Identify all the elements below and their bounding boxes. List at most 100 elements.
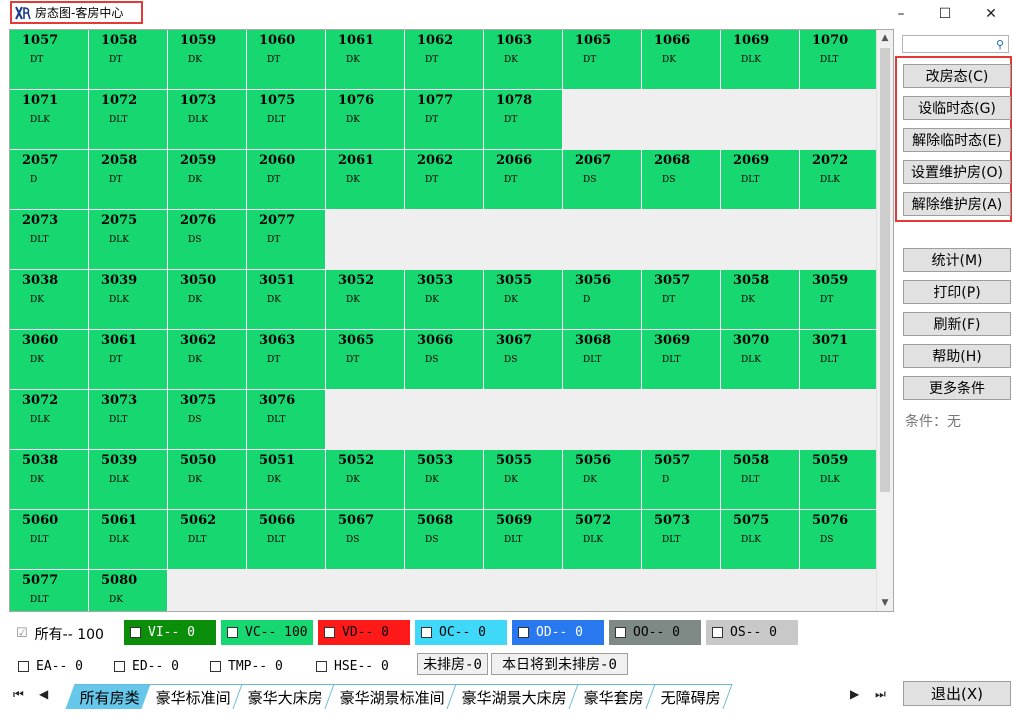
- room-cell[interactable]: 5069 DLT: [484, 510, 563, 570]
- legend-ed[interactable]: ED-- 0: [108, 655, 179, 677]
- room-cell[interactable]: 5050 DK: [168, 450, 247, 510]
- room-cell[interactable]: 3059 DT: [800, 270, 879, 330]
- prev-page-icon[interactable]: ◀: [39, 687, 48, 701]
- room-cell[interactable]: 1066 DK: [642, 30, 721, 90]
- room-cell[interactable]: 3051 DK: [247, 270, 326, 330]
- room-cell[interactable]: 5053 DK: [405, 450, 484, 510]
- room-cell[interactable]: 3076 DLT: [247, 390, 326, 450]
- room-cell[interactable]: 1060 DT: [247, 30, 326, 90]
- room-cell[interactable]: 2077 DT: [247, 210, 326, 270]
- first-page-icon[interactable]: ⏮: [13, 687, 24, 702]
- room-cell[interactable]: 2060 DT: [247, 150, 326, 210]
- oo-checkbox[interactable]: [615, 627, 626, 638]
- room-cell[interactable]: 3060 DK: [10, 330, 89, 390]
- room-cell[interactable]: 3066 DS: [405, 330, 484, 390]
- room-cell[interactable]: 3067 DS: [484, 330, 563, 390]
- room-cell[interactable]: 2061 DK: [326, 150, 405, 210]
- room-cell[interactable]: 1078 DT: [484, 90, 563, 150]
- room-cell[interactable]: 5061 DLK: [89, 510, 168, 570]
- room-cell[interactable]: 2067 DS: [563, 150, 642, 210]
- room-cell[interactable]: 5080 DK: [89, 570, 168, 611]
- room-cell[interactable]: 3071 DLT: [800, 330, 879, 390]
- room-cell[interactable]: 3056 D: [563, 270, 642, 330]
- room-cell[interactable]: 1069 DLK: [721, 30, 800, 90]
- room-cell[interactable]: 3069 DLT: [642, 330, 721, 390]
- room-cell[interactable]: 5062 DLT: [168, 510, 247, 570]
- change-room-status-button[interactable]: 改房态(C): [903, 64, 1011, 88]
- room-cell[interactable]: 3073 DLT: [89, 390, 168, 450]
- vi-checkbox[interactable]: [130, 627, 141, 638]
- room-cell[interactable]: 1061 DK: [326, 30, 405, 90]
- legend-oc[interactable]: OC-- 0: [415, 620, 507, 645]
- room-cell[interactable]: 5077 DLT: [10, 570, 89, 611]
- room-cell[interactable]: 3038 DK: [10, 270, 89, 330]
- room-cell[interactable]: 5075 DLK: [721, 510, 800, 570]
- oc-checkbox[interactable]: [421, 627, 432, 638]
- vc-checkbox[interactable]: [227, 627, 238, 638]
- room-cell[interactable]: 2068 DS: [642, 150, 721, 210]
- help-button[interactable]: 帮助(H): [903, 344, 1011, 368]
- legend-od[interactable]: OD-- 0: [512, 620, 604, 645]
- scroll-down-icon[interactable]: ▼: [877, 595, 893, 611]
- room-cell[interactable]: 5059 DLK: [800, 450, 879, 510]
- room-cell[interactable]: 1062 DT: [405, 30, 484, 90]
- today-unassigned-button[interactable]: 本日将到未排房-0: [491, 653, 628, 675]
- room-cell[interactable]: 1077 DT: [405, 90, 484, 150]
- room-cell[interactable]: 5060 DLT: [10, 510, 89, 570]
- ea-checkbox[interactable]: [18, 660, 29, 672]
- room-cell[interactable]: 2066 DT: [484, 150, 563, 210]
- clear-maintenance-button[interactable]: 解除维护房(A): [903, 192, 1011, 216]
- room-cell[interactable]: 5055 DK: [484, 450, 563, 510]
- room-cell[interactable]: 5073 DLT: [642, 510, 721, 570]
- next-page-icon[interactable]: ▶: [850, 687, 859, 701]
- vertical-scrollbar[interactable]: ▲ ▼: [876, 30, 893, 611]
- unassigned-button[interactable]: 未排房-0: [417, 653, 488, 675]
- print-button[interactable]: 打印(P): [903, 280, 1011, 304]
- room-cell[interactable]: 5038 DK: [10, 450, 89, 510]
- room-cell[interactable]: 1071 DLK: [10, 90, 89, 150]
- od-checkbox[interactable]: [518, 627, 529, 638]
- room-cell[interactable]: 5068 DS: [405, 510, 484, 570]
- set-maintenance-button[interactable]: 设置维护房(O): [903, 160, 1011, 184]
- room-cell[interactable]: 5072 DLK: [563, 510, 642, 570]
- legend-os[interactable]: OS-- 0: [706, 620, 798, 645]
- room-cell[interactable]: 3068 DLT: [563, 330, 642, 390]
- room-cell[interactable]: 5066 DLT: [247, 510, 326, 570]
- room-cell[interactable]: 3072 DLK: [10, 390, 89, 450]
- room-cell[interactable]: 1072 DLT: [89, 90, 168, 150]
- legend-vi[interactable]: VI-- 0: [124, 620, 216, 645]
- legend-all[interactable]: ☑ 所有-- 100: [12, 621, 119, 646]
- room-cell[interactable]: 5058 DLT: [721, 450, 800, 510]
- room-cell[interactable]: 3053 DK: [405, 270, 484, 330]
- room-cell[interactable]: 5056 DK: [563, 450, 642, 510]
- exit-button[interactable]: 退出(X): [903, 681, 1011, 706]
- room-cell[interactable]: 3062 DK: [168, 330, 247, 390]
- legend-ea[interactable]: EA-- 0: [12, 655, 83, 677]
- room-cell[interactable]: 2058 DT: [89, 150, 168, 210]
- room-cell[interactable]: 1063 DK: [484, 30, 563, 90]
- room-cell[interactable]: 5057 D: [642, 450, 721, 510]
- search-icon[interactable]: ⚲: [996, 38, 1004, 51]
- legend-vd[interactable]: VD-- 0: [318, 620, 410, 645]
- room-cell[interactable]: 3070 DLK: [721, 330, 800, 390]
- room-cell[interactable]: 5039 DLK: [89, 450, 168, 510]
- last-page-icon[interactable]: ⏭: [875, 687, 886, 702]
- tab-room-type[interactable]: 豪华套房: [569, 684, 656, 709]
- tab-room-type[interactable]: 所有房类: [65, 684, 151, 709]
- tmp-checkbox[interactable]: [210, 660, 221, 672]
- os-checkbox[interactable]: [712, 627, 723, 638]
- tab-room-type[interactable]: 豪华大床房: [233, 684, 335, 709]
- room-cell[interactable]: 5076 DS: [800, 510, 879, 570]
- room-cell[interactable]: 5052 DK: [326, 450, 405, 510]
- room-cell[interactable]: 3050 DK: [168, 270, 247, 330]
- room-cell[interactable]: 3075 DS: [168, 390, 247, 450]
- room-cell[interactable]: 1065 DT: [563, 30, 642, 90]
- room-cell[interactable]: 1076 DK: [326, 90, 405, 150]
- statistics-button[interactable]: 统计(M): [903, 248, 1011, 272]
- legend-hse[interactable]: HSE-- 0: [310, 655, 389, 677]
- room-cell[interactable]: 2072 DLK: [800, 150, 879, 210]
- room-cell[interactable]: 3039 DLK: [89, 270, 168, 330]
- room-cell[interactable]: 5051 DK: [247, 450, 326, 510]
- room-cell[interactable]: 1058 DT: [89, 30, 168, 90]
- scroll-up-icon[interactable]: ▲: [877, 30, 893, 46]
